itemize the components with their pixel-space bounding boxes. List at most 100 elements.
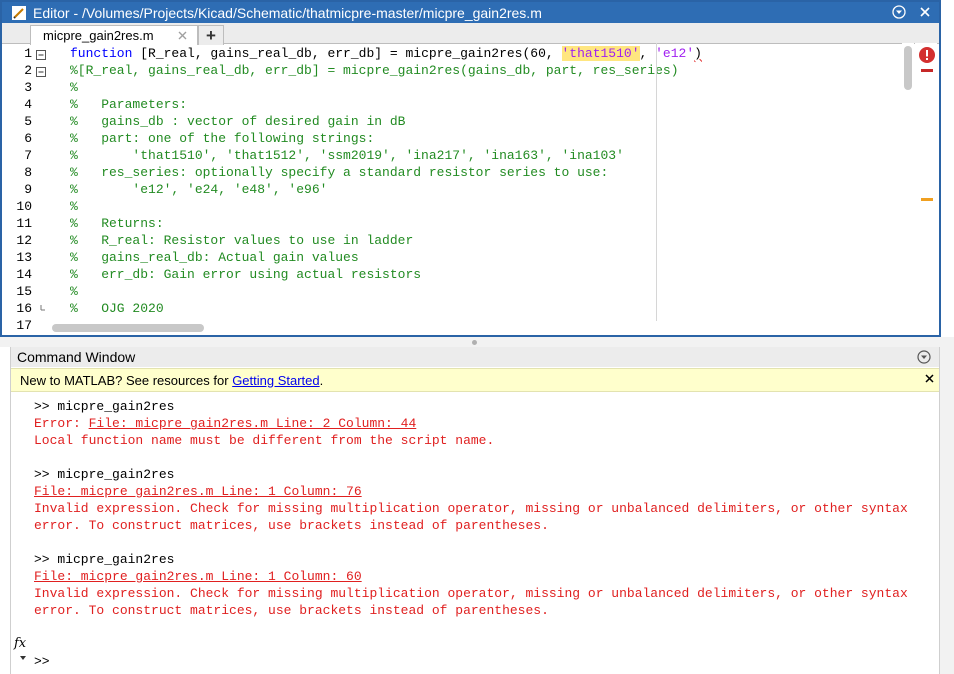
code-text: % Parameters: <box>70 96 187 113</box>
code-line[interactable]: 11 % Returns: <box>2 215 902 232</box>
code-token: % Returns: <box>70 216 164 231</box>
code-text: % Returns: <box>70 215 164 232</box>
code-text: % OJG 2020 <box>70 300 164 317</box>
chevron-down-circle-icon[interactable] <box>891 4 907 20</box>
code-text: function [R_real, gains_real_db, err_db]… <box>70 45 702 62</box>
code-token: % OJG 2020 <box>70 301 164 316</box>
splitter-grip[interactable] <box>472 340 477 345</box>
code-line[interactable]: 5 % gains_db : vector of desired gain in … <box>2 113 902 130</box>
warning-line-marker[interactable] <box>921 198 933 201</box>
error-location-link[interactable]: File: micpre_gain2res.m Line: 2 Column: … <box>89 416 417 431</box>
getting-started-link[interactable]: Getting Started <box>232 373 319 388</box>
line-number: 17 <box>16 318 32 333</box>
code-token: % 'e12', 'e24, 'e48', 'e96' <box>70 182 328 197</box>
code-text: % res_series: optionally specify a stand… <box>70 164 608 181</box>
code-token: % err_db: Gain error using actual resist… <box>70 267 422 282</box>
pane-splitter[interactable] <box>0 337 954 347</box>
code-line[interactable]: 6 % part: one of the following strings: <box>2 130 902 147</box>
code-line[interactable]: 13 % gains_real_db: Actual gain values <box>2 249 902 266</box>
plus-icon: + <box>206 26 216 45</box>
code-text: % <box>70 79 78 96</box>
line-number: 1 <box>24 46 32 61</box>
code-line[interactable]: 3% <box>2 79 902 96</box>
code-text: % gains_real_db: Actual gain values <box>70 249 359 266</box>
code-text: % <box>70 283 78 300</box>
fold-end-icon <box>36 302 46 313</box>
code-line[interactable]: 8 % res_series: optionally specify a stan… <box>2 164 902 181</box>
code-line[interactable]: 9 % 'e12', 'e24, 'e48', 'e96' <box>2 181 902 198</box>
code-analyzer-strip <box>915 43 937 335</box>
line-number: 10 <box>16 199 32 214</box>
error-location-line: File: micpre_gain2res.m Line: 1 Column: … <box>34 568 362 585</box>
code-line[interactable]: 15% <box>2 283 902 300</box>
code-token: 'that1510' <box>561 46 640 61</box>
info-bar: New to MATLAB? See resources for Getting… <box>11 368 939 392</box>
line-number: 2 <box>24 63 32 78</box>
error-message: Invalid expression. Check for missing mu… <box>34 586 908 601</box>
code-token: % <box>70 284 78 299</box>
code-token: , <box>639 46 656 61</box>
code-token: [R_real, gains_real_db, err_db] = micpre… <box>132 46 562 61</box>
tab-micpre-gain2res[interactable]: micpre_gain2res.m <box>30 25 198 45</box>
code-line[interactable]: 7 % 'that1510', 'that1512', 'ssm2019', 'i… <box>2 147 902 164</box>
code-token: % <box>70 80 78 95</box>
code-text: % part: one of the following strings: <box>70 130 374 147</box>
error-location-link[interactable]: File: micpre_gain2res.m Line: 1 Column: … <box>34 484 362 499</box>
line-number: 5 <box>24 114 32 129</box>
command-window-title: Command Window <box>17 349 136 365</box>
code-token: % gains_real_db: Actual gain values <box>70 250 359 265</box>
code-token: ) <box>694 46 702 61</box>
code-text: % 'e12', 'e24, 'e48', 'e96' <box>70 181 327 198</box>
code-text: % gains_db : vector of desired gain in d… <box>70 113 405 130</box>
right-text-limit-line <box>656 43 657 321</box>
command-prompt-line: >> micpre_gain2res <box>34 552 175 567</box>
close-icon[interactable] <box>917 4 933 20</box>
code-editor[interactable]: 1 function [R_real, gains_real_db, err_db… <box>2 45 902 333</box>
code-text: %[R_real, gains_real_db, err_db] = micpr… <box>70 62 679 79</box>
code-line[interactable]: 1 function [R_real, gains_real_db, err_db… <box>2 45 902 62</box>
editor-app-icon <box>12 5 26 20</box>
line-number: 3 <box>24 80 32 95</box>
command-window[interactable]: Command Window New to MATLAB? See resour… <box>10 347 940 674</box>
code-token: % <box>70 199 78 214</box>
code-line[interactable]: 2 %[R_real, gains_real_db, err_db] = micp… <box>2 62 902 79</box>
editor-title: Editor - /Volumes/Projects/Kicad/Schemat… <box>33 4 542 21</box>
code-token: %[R_real, gains_real_db, err_db] = micpr… <box>70 63 679 78</box>
add-tab-button[interactable]: + <box>198 25 224 45</box>
fold-toggle-icon[interactable] <box>36 65 46 77</box>
code-text: % <box>70 198 78 215</box>
editor-vertical-scroll-thumb[interactable] <box>904 46 912 90</box>
command-prompt-line: >> <box>34 654 50 669</box>
editor-tabstrip: micpre_gain2res.m + <box>2 23 939 45</box>
chevron-down-circle-icon[interactable] <box>917 350 931 369</box>
error-indicator-icon[interactable] <box>919 47 935 63</box>
code-text: % err_db: Gain error using actual resist… <box>70 266 421 283</box>
code-token: % res_series: optionally specify a stand… <box>70 165 609 180</box>
line-number: 9 <box>24 182 32 197</box>
command-prompt-line: >> micpre_gain2res <box>34 399 175 414</box>
close-icon[interactable] <box>177 29 188 44</box>
line-number: 14 <box>16 267 32 282</box>
error-location-line: Error: File: micpre_gain2res.m Line: 2 C… <box>34 415 416 432</box>
close-icon[interactable] <box>924 372 935 387</box>
chevron-down-icon[interactable] <box>20 647 26 660</box>
line-number: 8 <box>24 165 32 180</box>
code-line[interactable]: 10% <box>2 198 902 215</box>
command-window-titlebar: Command Window <box>11 347 939 367</box>
line-number: 4 <box>24 97 32 112</box>
code-token: % part: one of the following strings: <box>70 131 375 146</box>
code-token: function <box>70 46 133 61</box>
editor-horizontal-scroll-thumb[interactable] <box>52 324 204 332</box>
error-line-marker[interactable] <box>921 69 933 72</box>
editor-window: Editor - /Volumes/Projects/Kicad/Schemat… <box>0 0 941 337</box>
line-number: 6 <box>24 131 32 146</box>
line-number: 12 <box>16 233 32 248</box>
fold-toggle-icon[interactable] <box>36 48 46 60</box>
code-line[interactable]: 14 % err_db: Gain error using actual resi… <box>2 266 902 283</box>
error-location-link[interactable]: File: micpre_gain2res.m Line: 1 Column: … <box>34 569 362 584</box>
window-edge <box>940 347 954 674</box>
line-number: 15 <box>16 284 32 299</box>
code-line[interactable]: 4 % Parameters: <box>2 96 902 113</box>
code-line[interactable]: 12 % R_real: Resistor values to use in la… <box>2 232 902 249</box>
code-line[interactable]: 16 % OJG 2020 <box>2 300 902 317</box>
